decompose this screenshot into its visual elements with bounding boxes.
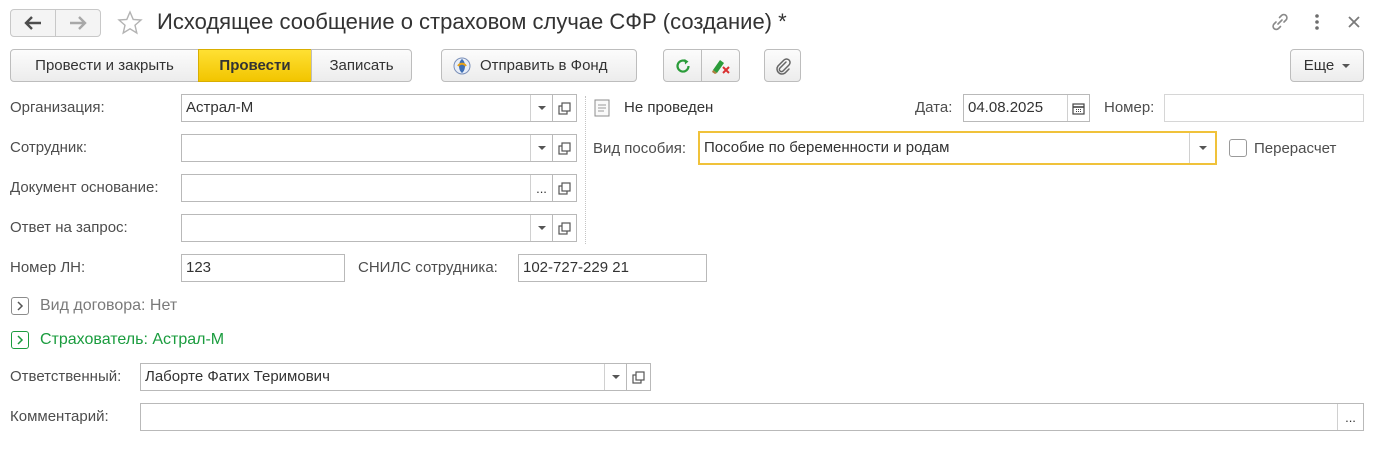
calendar-icon [1072, 102, 1085, 115]
responsible-field[interactable]: Лаборте Фатих Теримович [140, 363, 627, 391]
recalculation-checkbox[interactable] [1229, 139, 1247, 157]
refresh-icon [675, 58, 690, 73]
recalculation-label: Перерасчет [1254, 140, 1337, 157]
close-button[interactable] [1341, 9, 1367, 35]
open-form-icon [558, 101, 571, 115]
base-document-value [182, 175, 530, 201]
response-to-request-field[interactable] [181, 214, 553, 242]
favorite-star-icon [117, 10, 143, 35]
close-icon [1348, 16, 1360, 28]
link-icon [1272, 13, 1288, 31]
more-button[interactable]: Еще [1290, 49, 1364, 82]
base-document-open-button[interactable] [553, 174, 577, 202]
snils-field[interactable]: 102-727-229 21 [518, 254, 707, 282]
response-to-request-value [182, 215, 530, 241]
post-and-close-button[interactable]: Провести и закрыть [10, 49, 199, 82]
contract-type-expander[interactable] [11, 297, 29, 315]
ln-number-field[interactable]: 123 [181, 254, 345, 282]
employee-open-button[interactable] [553, 134, 577, 162]
comment-field[interactable]: ... [140, 403, 1364, 431]
window-title: Исходящее сообщение о страховом случае С… [157, 9, 787, 34]
insurer-expander[interactable] [11, 331, 29, 349]
organization-dropdown-button[interactable] [530, 95, 552, 121]
benefit-type-dropdown-button[interactable] [1189, 133, 1215, 163]
snils-value: 102-727-229 21 [523, 259, 629, 276]
document-status-icon [594, 99, 610, 121]
open-form-icon [558, 181, 571, 195]
organization-field[interactable]: Астрал-М [181, 94, 553, 122]
number-value [1165, 95, 1363, 121]
benefit-type-field[interactable]: Пособие по беременности и родам [698, 131, 1217, 165]
benefit-type-value: Пособие по беременности и родам [704, 139, 950, 156]
chevron-right-icon [17, 301, 24, 311]
chevron-down-icon [537, 106, 546, 110]
open-form-icon [558, 141, 571, 155]
insurer-group-title[interactable]: Страхователь: Астрал-М [40, 331, 224, 349]
number-field[interactable] [1164, 94, 1364, 122]
chevron-down-icon [1198, 146, 1207, 150]
clear-button[interactable] [701, 49, 740, 82]
refresh-button[interactable] [663, 49, 702, 82]
date-field[interactable]: 04.08.2025 [963, 94, 1090, 122]
date-label: Дата: [915, 99, 953, 116]
date-value: 04.08.2025 [968, 99, 1044, 116]
benefit-type-label: Вид пособия: [593, 140, 687, 157]
link-button[interactable] [1267, 9, 1293, 35]
comment-value [141, 404, 1337, 430]
employee-value [182, 135, 530, 161]
comment-edit-button[interactable]: ... [1337, 404, 1363, 430]
open-form-icon [632, 370, 645, 384]
snils-label: СНИЛС сотрудника: [358, 259, 498, 276]
response-to-request-label: Ответ на запрос: [10, 219, 128, 236]
employee-field[interactable] [181, 134, 553, 162]
organization-value: Астрал-М [186, 99, 254, 116]
organization-open-button[interactable] [553, 94, 577, 122]
chevron-down-icon [1342, 63, 1351, 68]
employee-label: Сотрудник: [10, 139, 88, 156]
forward-button[interactable] [55, 9, 101, 37]
more-button-label: Еще [1303, 57, 1335, 74]
response-to-request-dropdown-button[interactable] [530, 215, 552, 241]
column-separator [585, 96, 586, 244]
back-arrow-icon [24, 16, 41, 30]
more-vertical-icon [1315, 14, 1319, 30]
base-document-label: Документ основание: [10, 179, 159, 196]
base-document-field[interactable]: ... [181, 174, 553, 202]
more-actions-button[interactable] [1304, 9, 1330, 35]
response-to-request-open-button[interactable] [553, 214, 577, 242]
post-button[interactable]: Провести [198, 49, 312, 82]
forward-arrow-icon [70, 16, 87, 30]
chevron-right-icon [17, 335, 24, 345]
chevron-down-icon [537, 226, 546, 230]
send-to-fund-label: Отправить в Фонд [480, 57, 608, 74]
paperclip-icon [775, 57, 791, 75]
responsible-open-button[interactable] [627, 363, 651, 391]
favorite-star-button[interactable] [115, 8, 145, 38]
chevron-down-icon [611, 375, 620, 379]
responsible-label: Ответственный: [10, 368, 122, 385]
ln-number-label: Номер ЛН: [10, 259, 86, 276]
comment-label: Комментарий: [10, 408, 109, 425]
responsible-dropdown-button[interactable] [604, 364, 626, 390]
organization-label: Организация: [10, 99, 105, 116]
attachments-button[interactable] [764, 49, 801, 82]
contract-type-group-title[interactable]: Вид договора: Нет [40, 297, 177, 315]
open-form-icon [558, 221, 571, 235]
save-button[interactable]: Записать [311, 49, 412, 82]
ln-number-value: 123 [186, 259, 212, 276]
document-status: Не проведен [624, 99, 714, 116]
fund-logo-icon [453, 57, 471, 74]
send-to-fund-button[interactable]: Отправить в Фонд [441, 49, 637, 82]
back-button[interactable] [10, 9, 56, 37]
chevron-down-icon [537, 146, 546, 150]
number-label: Номер: [1104, 99, 1155, 116]
calendar-button[interactable] [1067, 95, 1089, 121]
eraser-clear-icon [711, 59, 730, 74]
base-document-select-button[interactable]: ... [530, 175, 552, 201]
employee-dropdown-button[interactable] [530, 135, 552, 161]
responsible-value: Лаборте Фатих Теримович [145, 368, 330, 385]
save-button-label: Записать [329, 57, 394, 74]
